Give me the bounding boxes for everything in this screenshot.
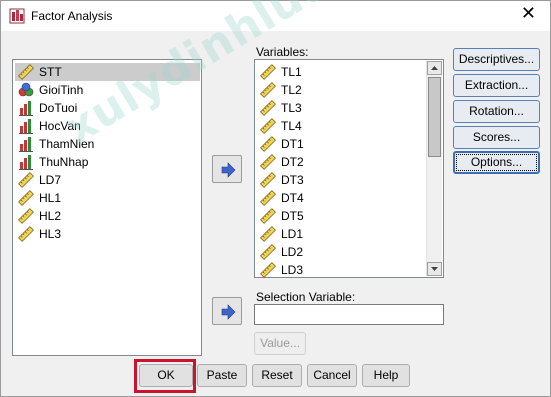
variables-list[interactable]: TL1 TL2 TL3 TL4 DT1 DT2 DT3 DT4 DT5 LD1 LD2 LD3 [254, 59, 444, 278]
source-variable-list[interactable]: STT GioiTinh DoTuoi HocVan ThamNien ThuNhap LD… [12, 59, 202, 356]
source-list-item[interactable]: DoTuoi [15, 99, 200, 117]
variables-list-item-label: TL2 [281, 83, 302, 97]
scroll-up-icon [431, 66, 438, 70]
variables-list-item[interactable]: DT2 [257, 153, 425, 171]
variables-list-item[interactable]: LD2 [257, 243, 425, 261]
variables-list-item[interactable]: TL2 [257, 81, 425, 99]
scale-ruler-icon [260, 172, 276, 188]
reset-button[interactable]: Reset [252, 364, 302, 387]
variables-scrollbar[interactable] [426, 61, 442, 276]
source-list-item[interactable]: STT [15, 63, 200, 81]
variables-list-item-label: LD1 [281, 227, 304, 241]
scale-ruler-icon [18, 208, 34, 224]
scale-ruler-icon [260, 244, 276, 260]
selection-variable-field[interactable] [254, 304, 444, 325]
ordinal-icon [19, 119, 33, 134]
variables-list-item-label: LD3 [281, 263, 304, 277]
factor-analysis-dialog: Factor Analysis ✕ STT GioiTinh DoTuoi HocVa… [0, 0, 551, 397]
variables-list-item[interactable]: TL4 [257, 117, 425, 135]
cancel-button[interactable]: Cancel [307, 364, 357, 387]
variables-list-item[interactable]: DT1 [257, 135, 425, 153]
scale-ruler-icon [18, 64, 34, 80]
source-list-item-label: STT [39, 65, 62, 79]
scale-ruler-icon [18, 226, 34, 242]
options-button[interactable]: Options... [453, 151, 540, 174]
source-list-item-label: GioiTinh [39, 83, 84, 97]
source-list-item[interactable]: HL2 [15, 207, 200, 225]
title-bar: Factor Analysis ✕ [1, 1, 550, 31]
scroll-down-icon [431, 267, 438, 271]
selection-variable-label: Selection Variable: [256, 290, 356, 304]
source-list-item-label: HL2 [39, 209, 62, 223]
nominal-icon [18, 82, 34, 97]
variables-list-item[interactable]: LD1 [257, 225, 425, 243]
close-icon[interactable]: ✕ [521, 5, 536, 23]
ok-highlight-box [134, 359, 196, 393]
scale-ruler-icon [260, 208, 276, 224]
scale-ruler-icon [18, 172, 34, 188]
source-list-item[interactable]: HocVan [15, 117, 200, 135]
scale-ruler-icon [260, 64, 276, 80]
source-list-item-label: DoTuoi [39, 101, 78, 115]
scale-ruler-icon [260, 118, 276, 134]
variables-list-item[interactable]: DT5 [257, 207, 425, 225]
source-list-item[interactable]: LD7 [15, 171, 200, 189]
ordinal-icon [19, 137, 33, 152]
variables-list-item[interactable]: TL1 [257, 63, 425, 81]
move-to-selection-button[interactable] [212, 297, 242, 325]
variables-list-item-label: TL3 [281, 101, 302, 115]
source-list-item-label: ThuNhap [39, 155, 89, 169]
scale-ruler-icon [260, 190, 276, 206]
window-title: Factor Analysis [31, 9, 113, 23]
rotation-button[interactable]: Rotation... [453, 100, 540, 123]
variables-list-item-label: DT5 [281, 209, 304, 223]
scores-button[interactable]: Scores... [453, 126, 540, 149]
variables-label: Variables: [256, 45, 309, 59]
source-list-item[interactable]: GioiTinh [15, 81, 200, 99]
spss-app-icon [9, 8, 25, 24]
source-list-item-label: LD7 [39, 173, 62, 187]
source-list-item-label: HL3 [39, 227, 62, 241]
scale-ruler-icon [260, 262, 276, 278]
source-list-item[interactable]: ThuNhap [15, 153, 200, 171]
scale-ruler-icon [260, 154, 276, 170]
variables-list-item-label: TL1 [281, 65, 302, 79]
extraction-button[interactable]: Extraction... [453, 74, 540, 97]
ordinal-icon [19, 155, 33, 170]
variables-list-item[interactable]: TL3 [257, 99, 425, 117]
variables-list-item-label: LD2 [281, 245, 304, 259]
value-button[interactable]: Value... [254, 332, 306, 355]
scale-ruler-icon [18, 190, 34, 206]
variables-list-item-label: TL4 [281, 119, 302, 133]
source-list-item[interactable]: ThamNien [15, 135, 200, 153]
variables-list-item[interactable]: LD3 [257, 261, 425, 279]
variables-list-item[interactable]: DT4 [257, 189, 425, 207]
move-to-variables-button[interactable] [212, 155, 242, 183]
scale-ruler-icon [260, 226, 276, 242]
right-arrow-icon [221, 304, 236, 320]
source-list-item-label: ThamNien [39, 137, 95, 151]
ordinal-icon [19, 101, 33, 116]
scroll-up-button[interactable] [427, 61, 442, 75]
source-list-item-label: HocVan [39, 119, 81, 133]
source-list-item[interactable]: HL3 [15, 225, 200, 243]
variables-list-item-label: DT3 [281, 173, 304, 187]
scroll-down-button[interactable] [427, 262, 442, 276]
variables-list-item-label: DT1 [281, 137, 304, 151]
variables-list-item-label: DT4 [281, 191, 304, 205]
scale-ruler-icon [260, 100, 276, 116]
help-button[interactable]: Help [362, 364, 410, 387]
source-list-item[interactable]: HL1 [15, 189, 200, 207]
variables-list-item[interactable]: DT3 [257, 171, 425, 189]
descriptives-button[interactable]: Descriptives... [453, 48, 540, 71]
scale-ruler-icon [260, 82, 276, 98]
right-arrow-icon [221, 162, 236, 178]
variables-list-item-label: DT2 [281, 155, 304, 169]
source-list-item-label: HL1 [39, 191, 62, 205]
scroll-thumb[interactable] [428, 77, 441, 157]
paste-button[interactable]: Paste [197, 364, 247, 387]
scale-ruler-icon [260, 136, 276, 152]
